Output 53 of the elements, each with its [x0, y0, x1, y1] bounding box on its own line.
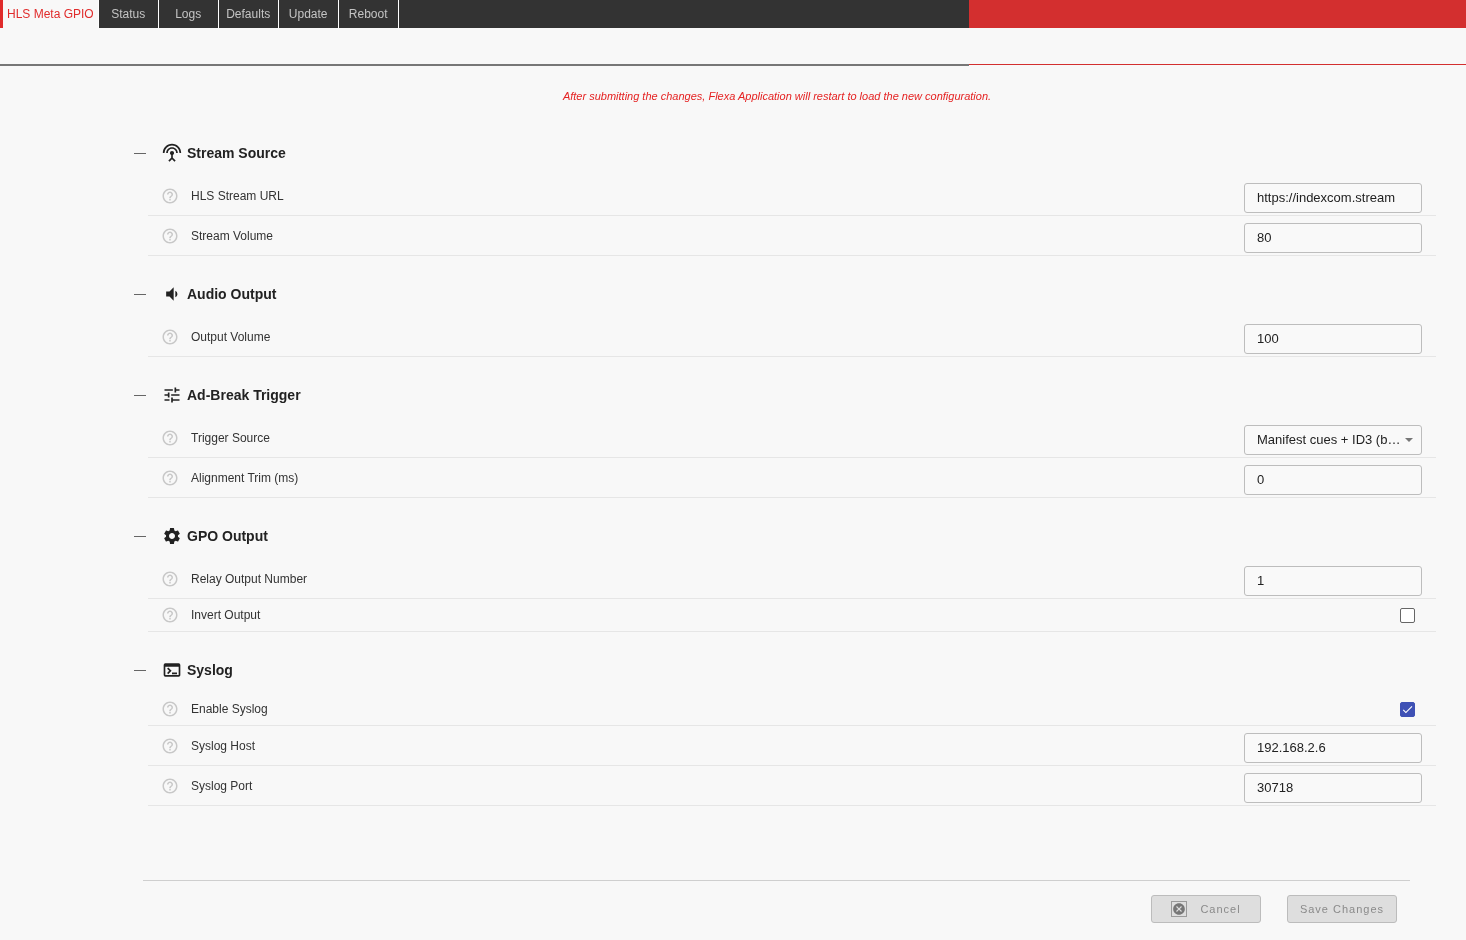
field-label: Enable Syslog: [191, 701, 268, 718]
text-field[interactable]: 80: [1244, 222, 1422, 253]
text-field[interactable]: 100: [1244, 323, 1422, 354]
gear-icon: [162, 526, 182, 546]
minus-icon[interactable]: [134, 669, 146, 671]
field-label: Invert Output: [191, 607, 261, 624]
nav-tab[interactable]: Update: [278, 0, 339, 28]
minus-icon[interactable]: [134, 394, 146, 396]
field-label: Stream Volume: [191, 227, 274, 245]
text-field[interactable]: 192.168.2.6: [1244, 732, 1422, 763]
minus-icon[interactable]: [134, 152, 146, 154]
help-icon[interactable]: [161, 606, 179, 624]
help-icon[interactable]: [161, 569, 179, 588]
section-title: Audio Output: [187, 284, 277, 304]
nav-tab[interactable]: Logs: [158, 0, 219, 28]
text-field[interactable]: 1: [1244, 565, 1422, 596]
terminal-icon: [162, 660, 182, 680]
help-icon[interactable]: [161, 700, 179, 718]
section-title: Syslog: [187, 660, 233, 680]
text-field[interactable]: https://indexcom.stream: [1244, 182, 1422, 213]
help-icon[interactable]: [161, 186, 179, 205]
text-field[interactable]: 0: [1244, 464, 1422, 495]
nav-tab[interactable]: Defaults: [218, 0, 279, 28]
caret-icon: [1405, 437, 1413, 442]
antenna-icon: [162, 143, 182, 163]
field-label: Trigger Source: [191, 429, 270, 447]
nav-tab[interactable]: Reboot: [338, 0, 399, 28]
minus-icon[interactable]: [134, 535, 146, 537]
field-label: Output Volume: [191, 328, 271, 346]
nav-tab[interactable]: Status: [98, 0, 159, 28]
notice-text: After submitting the changes, Flexa Application will restart to load the new configuration.: [561, 89, 993, 103]
section-title: GPO Output: [187, 526, 268, 546]
select-field[interactable]: Manifest cues + ID3 (b…: [1244, 424, 1422, 455]
checkbox[interactable]: [1400, 701, 1415, 717]
checkbox[interactable]: [1400, 607, 1415, 623]
nav-tab[interactable]: HLS Meta GPIO: [0, 0, 99, 28]
field-label: Syslog Host: [191, 737, 256, 755]
sliders-icon: [162, 385, 182, 405]
field-label: Syslog Port: [191, 777, 253, 795]
text-field[interactable]: 30718: [1244, 772, 1422, 803]
help-icon[interactable]: [161, 428, 179, 447]
help-icon[interactable]: [161, 327, 179, 346]
help-icon[interactable]: [161, 736, 179, 755]
cancel-icon: [1171, 901, 1188, 917]
section-title: Ad-Break Trigger: [187, 385, 301, 405]
help-icon[interactable]: [161, 468, 179, 487]
help-icon[interactable]: [161, 776, 179, 795]
help-icon[interactable]: [161, 226, 179, 245]
field-label: Relay Output Number: [191, 570, 308, 588]
field-label: Alignment Trim (ms): [191, 469, 299, 487]
field-label: HLS Stream URL: [191, 187, 284, 205]
minus-icon[interactable]: [134, 293, 146, 295]
section-title: Stream Source: [187, 143, 286, 163]
